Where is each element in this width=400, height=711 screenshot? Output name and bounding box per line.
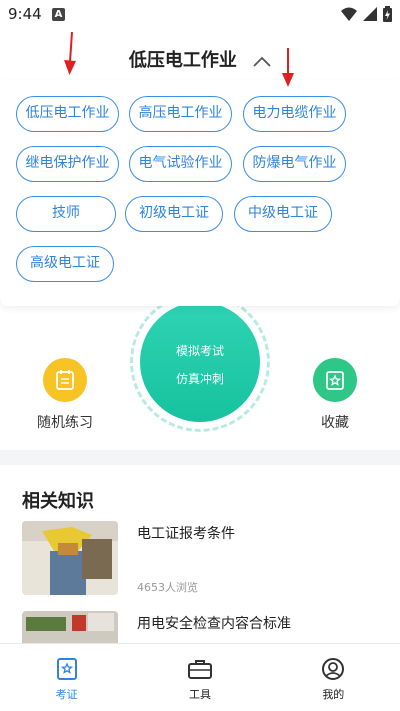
star-icon — [313, 358, 357, 402]
bottom-nav: 考证 工具 我的 — [0, 643, 400, 711]
chip-explosion-proof[interactable]: 防爆电气作业 — [243, 146, 346, 182]
chip-electrical-test[interactable]: 电气试验作业 — [129, 146, 232, 182]
notification-badge-icon: A — [52, 8, 65, 21]
article-title: 电工证报考条件 — [137, 526, 235, 542]
article-title: 用电安全检查内容合标准 — [137, 616, 291, 632]
article-views: 4653人浏览 — [137, 581, 198, 594]
tab-certificate[interactable]: 考证 — [0, 644, 133, 711]
article-thumbnail — [22, 521, 118, 595]
chip-senior-electrician[interactable]: 高级电工证 — [16, 246, 114, 282]
random-practice-button[interactable]: 随机练习 — [25, 358, 105, 432]
signal-icon — [363, 7, 377, 21]
tab-label: 工具 — [188, 688, 211, 701]
chip-relay-protection[interactable]: 继电保护作业 — [16, 146, 119, 182]
annotation-arrow-right — [282, 48, 294, 87]
wifi-icon — [341, 7, 357, 21]
list-item[interactable]: 用电安全检查内容合标准 — [22, 611, 382, 643]
header: 低压电工作业 — [0, 30, 400, 80]
certificate-icon — [56, 658, 77, 680]
favorites-label: 收藏 — [321, 415, 349, 431]
status-bar: 9:44 A — [0, 0, 400, 30]
chip-intermediate-electrician[interactable]: 中级电工证 — [234, 196, 332, 232]
category-dropdown: 低压电工作业 高压电工作业 电力电缆作业 继电保护作业 电气试验作业 防爆电气作… — [0, 80, 400, 306]
page-title: 低压电工作业 — [128, 50, 237, 71]
chip-low-voltage[interactable]: 低压电工作业 — [16, 96, 119, 132]
chip-high-voltage[interactable]: 高压电工作业 — [129, 96, 232, 132]
tab-label: 考证 — [55, 688, 78, 701]
mock-exam-sublabel: 仿真冲刺 — [175, 372, 224, 386]
list-item[interactable]: 电工证报考条件 4653人浏览 — [22, 521, 382, 601]
category-selector[interactable]: 低压电工作业 — [0, 46, 400, 72]
annotation-arrow-left — [64, 32, 76, 75]
chip-technician[interactable]: 技师 — [16, 196, 116, 232]
tab-tools[interactable]: 工具 — [133, 644, 266, 711]
chevron-up-icon[interactable] — [253, 56, 271, 67]
chip-junior-electrician[interactable]: 初级电工证 — [125, 196, 223, 232]
exam-section: 模拟考试 仿真冲刺 随机练习 收藏 — [0, 292, 400, 450]
random-practice-label: 随机练习 — [37, 415, 93, 431]
checklist-icon — [43, 358, 87, 402]
battery-icon — [383, 6, 392, 22]
tab-label: 我的 — [322, 688, 345, 701]
favorites-button[interactable]: 收藏 — [295, 358, 375, 432]
related-knowledge-section: 相关知识 电工证报考条件 4653人浏览 用电安全检查内容合标准 — [0, 465, 400, 643]
toolbox-icon — [187, 660, 212, 679]
mock-exam-button[interactable]: 模拟考试 仿真冲刺 — [140, 302, 260, 422]
mock-exam-label: 模拟考试 — [175, 344, 224, 358]
section-title: 相关知识 — [22, 491, 94, 512]
tab-profile[interactable]: 我的 — [267, 644, 400, 711]
status-icons — [341, 6, 392, 22]
profile-icon — [322, 658, 345, 680]
status-time: 9:44 — [8, 5, 42, 23]
article-thumbnail — [22, 611, 118, 643]
chip-power-cable[interactable]: 电力电缆作业 — [243, 96, 346, 132]
